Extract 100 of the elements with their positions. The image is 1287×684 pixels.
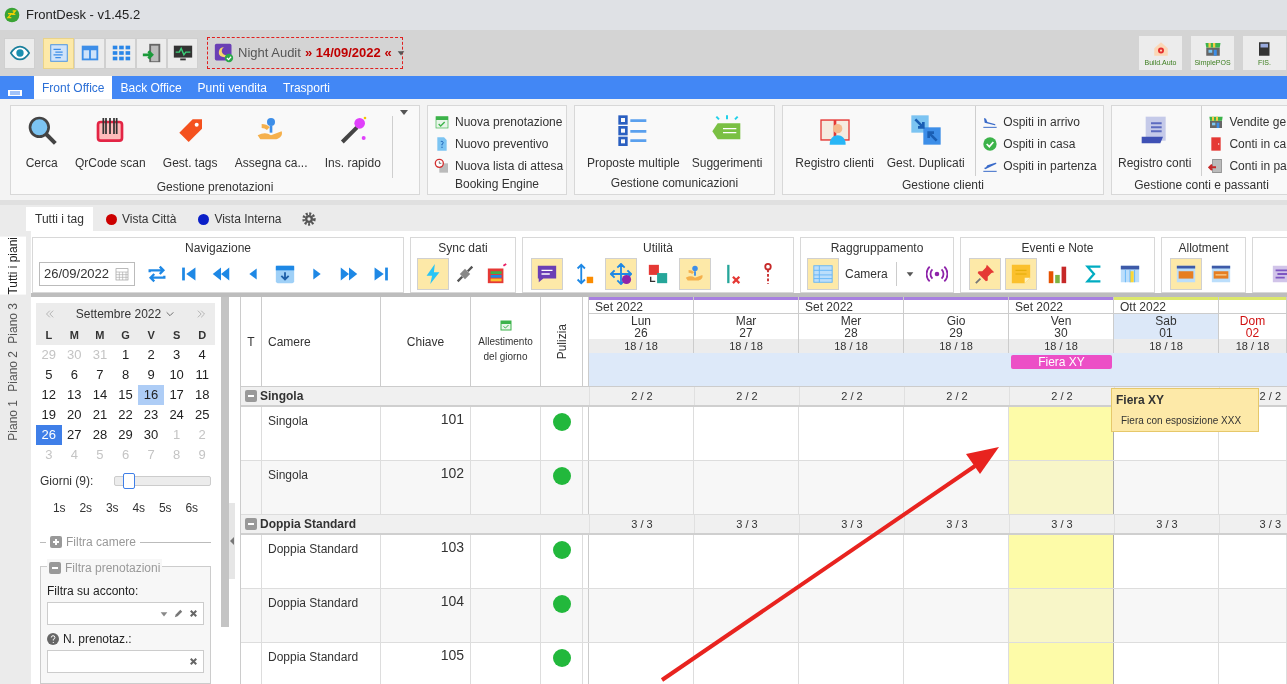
calendar-day[interactable]: 13 (61, 385, 88, 405)
calendar-day[interactable]: 8 (112, 365, 139, 385)
scrollbar-thumb[interactable] (221, 297, 229, 627)
group-title: Allotment (1178, 240, 1229, 257)
calendar-day[interactable]: 12 (36, 385, 62, 405)
splitter-handle[interactable] (229, 502, 235, 579)
calendar-day[interactable]: 14 (87, 385, 113, 405)
calendar-day[interactable]: 11 (189, 365, 215, 385)
group-toggle[interactable] (245, 518, 257, 530)
week-button[interactable]: 4s (130, 499, 148, 517)
view-tab[interactable]: Tutti i tag (26, 207, 93, 231)
shop-icon (1208, 114, 1225, 130)
ribbon-small-button[interactable]: Ospiti in arrivo (982, 113, 1097, 131)
floor-tab[interactable]: Piano 1 (0, 400, 26, 441)
availability-count: 18 / 18 (694, 339, 798, 353)
calendar-day[interactable]: 10 (163, 365, 190, 385)
ribbon-button[interactable]: Ins. rapido (318, 106, 387, 172)
weekday-label: V (146, 327, 156, 343)
ribbon-small-button[interactable]: Conti in ca (1208, 135, 1287, 153)
calendar-day[interactable]: 28 (87, 425, 113, 445)
ribbon-button[interactable]: Cerca (19, 106, 64, 172)
date-field[interactable]: 26/09/2022 (39, 262, 135, 286)
ribbon-button[interactable]: Assegna ca... (228, 106, 314, 172)
ribbon-small-button[interactable]: Vendite ge (1208, 113, 1287, 131)
calendar-day[interactable]: 30 (138, 425, 164, 445)
refresh-icon (146, 263, 168, 285)
week-button[interactable]: 3s (103, 499, 121, 517)
calendar-day[interactable]: 5 (36, 365, 62, 385)
input-field[interactable] (47, 650, 204, 673)
ribbon-small-button[interactable]: Nuova lista di attesa (434, 157, 564, 175)
calendar-day[interactable]: 17 (163, 385, 190, 405)
floor-tab[interactable]: Piano 3 (0, 302, 26, 344)
slider-label: Giorni (9): (40, 473, 95, 490)
moon-check-icon (214, 43, 234, 63)
night-audit-label: Night Audit (238, 44, 301, 63)
ribbon-button[interactable]: Registro conti (1116, 106, 1194, 172)
caret-icon (904, 269, 915, 279)
week-button[interactable]: 5s (156, 499, 174, 517)
ribbon-button[interactable]: Registro clienti (789, 106, 880, 172)
ribbon-button[interactable]: Proposte multiple (581, 106, 686, 172)
calendar-day[interactable]: 3 (163, 345, 190, 365)
ribbon-button[interactable]: Gest. tags (156, 106, 224, 172)
calendar-day[interactable]: 24 (163, 405, 190, 425)
field-label: Filtra su acconto: (47, 583, 139, 600)
calendar-day[interactable]: 19 (36, 405, 62, 425)
ribbon-small-button[interactable]: Nuova prenotazione (434, 113, 564, 131)
tool-button[interactable] (605, 258, 638, 290)
table-icon (812, 263, 834, 285)
grouping-dropdown[interactable]: Camera (839, 260, 921, 288)
calendar-day[interactable]: 29 (112, 425, 139, 445)
calendar-day[interactable]: 4 (189, 345, 215, 365)
calendar-day[interactable]: 25 (189, 405, 215, 425)
month-label: Set 2022 (1015, 300, 1064, 313)
ribbon-small-button[interactable]: Ospiti in casa (982, 135, 1097, 153)
calendar-day[interactable]: 16 (138, 385, 164, 405)
group-toggle[interactable] (245, 390, 257, 402)
calendar-day[interactable]: 2 (138, 345, 164, 365)
calendar-day[interactable]: 20 (61, 405, 88, 425)
ribbon-tab[interactable]: Front Office (34, 76, 113, 99)
calendar-day[interactable]: 27 (61, 425, 88, 445)
day-header: Ven 30 (1009, 313, 1113, 339)
week-button[interactable]: 6s (183, 499, 201, 517)
toolbar-button[interactable] (167, 37, 198, 69)
calendar-day[interactable]: 1 (112, 345, 139, 365)
view-tab[interactable]: Vista Città (96, 207, 186, 231)
floor-tab[interactable]: Piano 2 (0, 351, 26, 392)
tool-button[interactable] (531, 258, 564, 290)
calendar-day[interactable]: 18 (189, 385, 215, 405)
ribbon-small-button[interactable]: Nuovo preventivo (434, 135, 564, 153)
ribbon-small-button[interactable]: Ospiti in partenza (982, 157, 1097, 175)
toolbar-button[interactable] (136, 37, 167, 69)
day-header: Gio 29 (904, 313, 1008, 339)
days-slider[interactable] (114, 476, 211, 486)
month-dropdown[interactable]: Settembre 2022 (75, 305, 176, 323)
calendar-day[interactable]: 23 (138, 405, 164, 425)
calendar-day[interactable]: 22 (112, 405, 139, 425)
calendar-day[interactable]: 26 (36, 425, 62, 445)
combo-field[interactable] (47, 602, 204, 625)
toolbar-button[interactable] (4, 37, 35, 69)
week-button[interactable]: 2s (77, 499, 95, 517)
week-button[interactable]: 1s (50, 499, 68, 517)
calendar-day[interactable]: 21 (87, 405, 113, 425)
calendar-day[interactable]: 9 (138, 365, 164, 385)
ribbon-button[interactable]: Suggerimenti (685, 106, 769, 172)
tool-button[interactable] (1169, 258, 1202, 290)
slider-thumb[interactable] (123, 473, 136, 489)
calendar-day[interactable]: 15 (112, 385, 139, 405)
tool-button[interactable] (969, 258, 1002, 290)
column-header: Chiave (406, 333, 445, 351)
view-tab[interactable]: Vista Interna (189, 207, 291, 231)
calendar-day[interactable]: 7 (87, 365, 113, 385)
ribbon-button[interactable]: Gest. Duplicati (880, 106, 971, 172)
calendar-day[interactable]: 6 (61, 365, 88, 385)
floor-tab[interactable]: Tutti i piani (0, 237, 26, 295)
night-audit-dropdown[interactable]: Night Audit » 14/09/2022 « (207, 37, 403, 69)
group-title: Utilità (643, 240, 673, 257)
pushpin-icon (974, 263, 997, 285)
ribbon-button[interactable]: QrCode scan (68, 106, 152, 172)
ribbon-small-button[interactable]: Conti in pa (1208, 157, 1287, 175)
tool-button[interactable] (678, 258, 711, 290)
